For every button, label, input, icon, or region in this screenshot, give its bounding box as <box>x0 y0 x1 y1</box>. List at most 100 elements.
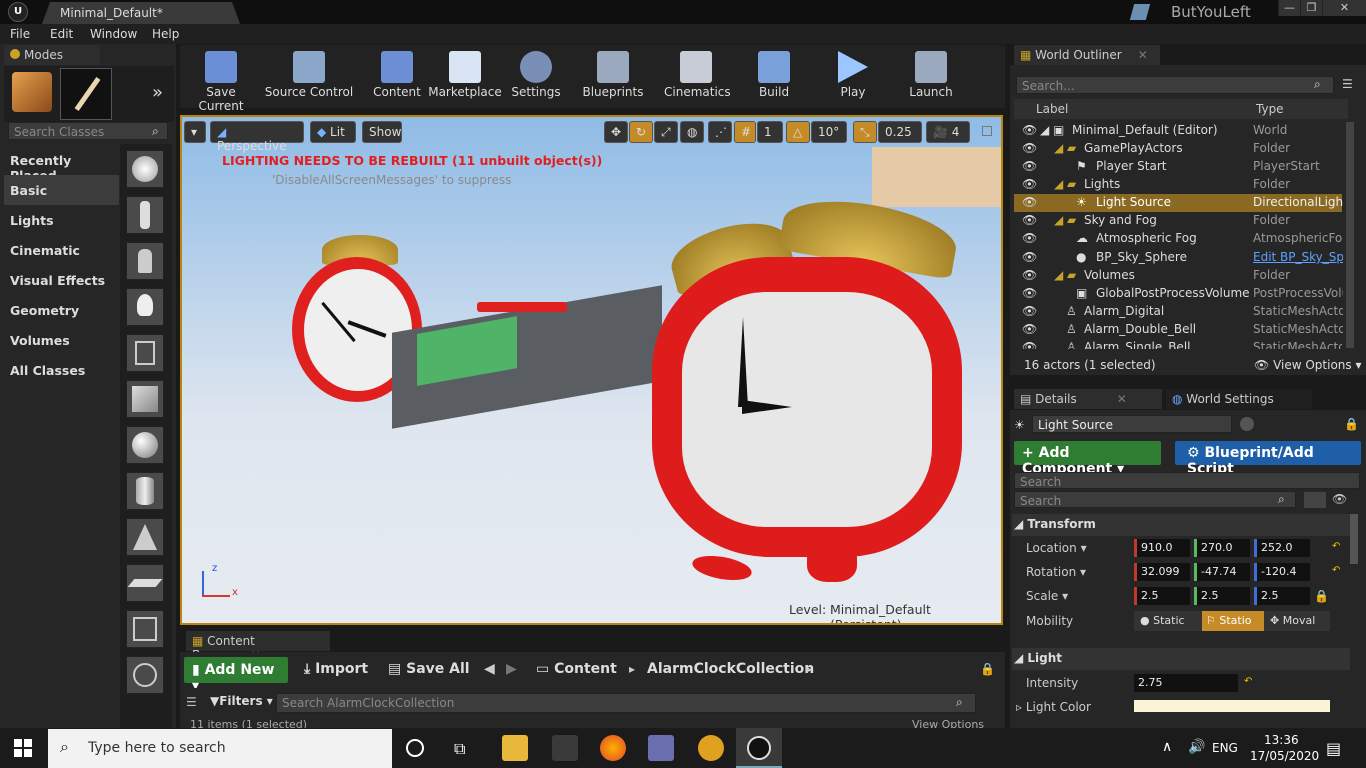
back-arrow-icon[interactable]: ◀ <box>484 661 495 677</box>
outliner-row[interactable]: 👁 ▣ GlobalPostProcessVolume PostProcessVolu <box>1014 285 1343 303</box>
minimize-button[interactable]: — <box>1278 0 1300 16</box>
source-control-button[interactable]: Source Control <box>264 45 354 108</box>
translate-tool-icon[interactable]: ✥ <box>604 121 628 143</box>
angle-snap-icon[interactable]: △ <box>786 121 810 143</box>
outliner-row[interactable]: 👁 ◢ ▣ Minimal_Default (Editor) World <box>1014 122 1342 140</box>
light-color-swatch[interactable] <box>1134 700 1330 712</box>
details-scrollbar[interactable] <box>1350 514 1358 564</box>
menu-edit[interactable]: Edit <box>50 27 73 41</box>
add-new-button[interactable]: ▮ Add New ▾ <box>184 657 288 694</box>
outliner-menu-icon[interactable]: ☰ <box>1342 77 1353 91</box>
scale-snap-value[interactable]: 0.25 <box>878 121 922 143</box>
outliner-row[interactable]: 👁 ☁ Atmospheric Fog AtmosphericFog <box>1014 230 1343 248</box>
world-outliner-tab[interactable]: ▦ World Outliner ✕ <box>1014 45 1160 65</box>
mobility-stationary-option[interactable]: ⚐ Statio <box>1202 611 1264 631</box>
filters-button[interactable]: ▼Filters ▾ <box>210 694 273 708</box>
transform-header[interactable]: ◢ Transform <box>1014 517 1096 531</box>
rotation-x-field[interactable]: 32.099 <box>1134 563 1190 581</box>
scale-z-field[interactable]: 2.5 <box>1254 587 1310 605</box>
outliner-row[interactable]: 👁 ♙ Alarm_Digital StaticMeshActor <box>1014 303 1343 321</box>
firefox-icon[interactable] <box>600 735 626 761</box>
tray-chevron-icon[interactable]: ∧ <box>1162 739 1172 755</box>
notification-icon[interactable]: ▤ <box>1326 739 1341 758</box>
breadcrumb-alarmclockcollection[interactable]: AlarmClockCollection <box>647 661 814 677</box>
outliner-row[interactable]: 👁 ◢ ▰ Sky and Fog Folder <box>1014 212 1342 230</box>
windows-start-icon[interactable] <box>14 739 32 757</box>
eye-icon[interactable]: 👁 <box>1332 492 1347 506</box>
label-column-header[interactable]: Label <box>1036 102 1068 116</box>
outliner-scrollbar[interactable] <box>1346 122 1354 348</box>
lock-icon[interactable]: 🔒 <box>1344 417 1359 431</box>
app-icon[interactable] <box>552 735 578 761</box>
camera-speed-button[interactable]: 🎥 4 <box>926 121 970 143</box>
forward-arrow-icon[interactable]: ▶ <box>506 661 517 677</box>
empty-character-icon[interactable] <box>126 196 164 234</box>
location-label[interactable]: Location ▾ <box>1026 541 1087 555</box>
outliner-row[interactable]: 👁 ● BP_Sky_Sphere Edit BP_Sky_Sp <box>1014 249 1343 267</box>
component-search-input[interactable]: Search <box>1014 472 1360 489</box>
reset-intensity-icon[interactable]: ↶ <box>1244 676 1252 687</box>
reset-rotation-icon[interactable]: ↶ <box>1332 565 1340 576</box>
play-button[interactable]: Play <box>830 45 876 108</box>
content-browser-tab[interactable]: ▦ Content Browser✕ <box>186 631 330 662</box>
rotation-label[interactable]: Rotation ▾ <box>1026 565 1086 579</box>
actor-name-field[interactable]: Light Source <box>1032 415 1232 433</box>
light-header[interactable]: ◢ Light <box>1014 651 1062 665</box>
help-icon[interactable] <box>1240 417 1254 431</box>
category-lights[interactable]: Lights <box>4 205 119 235</box>
rotation-y-field[interactable]: -47.74 <box>1194 563 1250 581</box>
cortana-icon[interactable] <box>406 739 424 757</box>
close-window-button[interactable]: ✕ <box>1322 0 1366 16</box>
grid-view-icon[interactable] <box>1304 492 1326 508</box>
menu-window[interactable]: Window <box>90 27 137 41</box>
level-tab[interactable]: Minimal_Default* <box>42 2 240 24</box>
outliner-row[interactable]: 👁 ◢ ▰ Volumes Folder <box>1014 267 1342 285</box>
cone-icon[interactable] <box>126 518 164 556</box>
app-icon[interactable] <box>648 735 674 761</box>
app-icon[interactable] <box>698 735 724 761</box>
category-volumes[interactable]: Volumes <box>4 325 119 355</box>
blueprints-button[interactable]: Blueprints <box>582 45 644 108</box>
scale-snap-icon[interactable]: ⤡ <box>853 121 877 143</box>
cube-icon[interactable] <box>126 380 164 418</box>
grid-snap-value[interactable]: 1 <box>757 121 783 143</box>
content-button[interactable]: Content <box>370 45 424 108</box>
file-explorer-icon[interactable] <box>502 735 528 761</box>
perspective-button[interactable]: ◢ Perspective <box>210 121 304 153</box>
menu-file[interactable]: File <box>10 27 30 41</box>
details-search-input[interactable]: Search <box>1014 491 1296 508</box>
category-basic[interactable]: Basic <box>4 175 119 205</box>
blueprint-add-script-button[interactable]: ⚙ Blueprint/Add Script <box>1175 441 1361 477</box>
clock-date[interactable]: 17/05/2020 <box>1250 749 1319 763</box>
marketplace-button[interactable]: Marketplace <box>428 45 502 108</box>
task-view-icon[interactable]: ⧉ <box>454 739 465 759</box>
save-current-button[interactable]: Save Current <box>184 45 258 113</box>
unreal-taskbar-button[interactable] <box>736 728 782 768</box>
level-viewport[interactable]: LIGHTING NEEDS TO BE REBUILT (11 unbuilt… <box>180 115 1003 625</box>
reset-location-icon[interactable]: ↶ <box>1332 541 1340 552</box>
import-button[interactable]: ⤓ Import <box>304 661 368 677</box>
scale-lock-icon[interactable]: 🔒 <box>1314 589 1329 603</box>
category-all-classes[interactable]: All Classes <box>4 355 119 385</box>
plane-icon[interactable] <box>126 564 164 602</box>
light-color-label[interactable]: ▹ Light Color <box>1016 700 1091 714</box>
launch-button[interactable]: Launch <box>904 45 958 108</box>
outliner-row[interactable]: 👁 ⚑ Player Start PlayerStart <box>1014 158 1342 176</box>
breadcrumb-content[interactable]: ▭ Content <box>536 661 617 677</box>
sphere-icon[interactable] <box>126 426 164 464</box>
more-modes-icon[interactable]: » <box>152 82 163 103</box>
sources-toggle-icon[interactable]: ☰ <box>186 695 197 709</box>
category-cinematic[interactable]: Cinematic <box>4 235 119 265</box>
taskbar-search-text[interactable]: Type here to search <box>88 740 226 756</box>
empty-pawn-icon[interactable] <box>126 242 164 280</box>
language-indicator[interactable]: ENG <box>1212 741 1238 755</box>
mobility-movable-option[interactable]: ✥ Moval <box>1264 611 1330 631</box>
save-all-button[interactable]: ▤ Save All <box>388 661 470 677</box>
search-classes-input[interactable]: Search Classes <box>8 122 168 140</box>
clock-time[interactable]: 13:36 <box>1264 733 1299 747</box>
location-y-field[interactable]: 270.0 <box>1194 539 1250 557</box>
paint-mode-icon[interactable] <box>60 68 112 120</box>
search-assets-input[interactable]: Search AlarmClockCollection <box>276 693 976 713</box>
type-column-header[interactable]: Type <box>1256 102 1284 116</box>
scale-y-field[interactable]: 2.5 <box>1194 587 1250 605</box>
